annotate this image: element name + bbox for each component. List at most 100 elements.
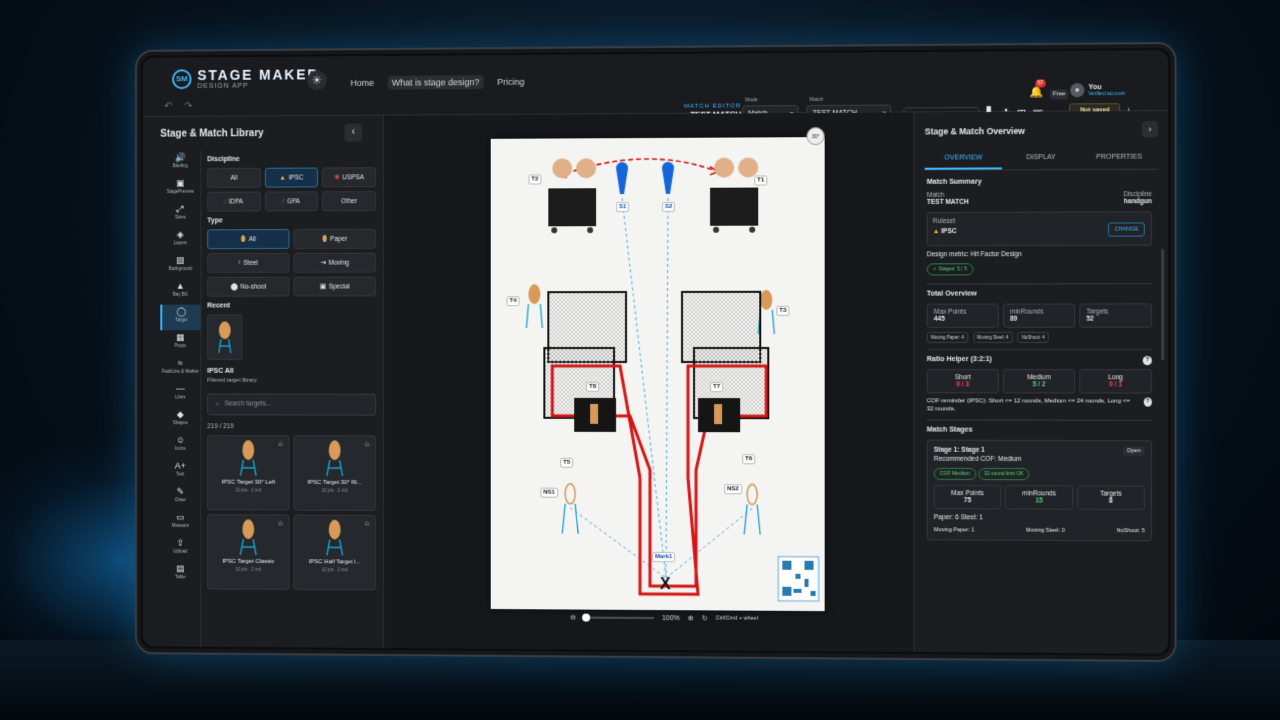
type-all[interactable]: ⬮ All [207, 229, 290, 250]
stage-card[interactable]: Stage 1: Stage 1 Open Recommended COF: M… [926, 439, 1152, 542]
type-steel[interactable]: ꜟ Steel [207, 252, 290, 273]
rail-item-upload[interactable]: ⇪ Upload [160, 536, 200, 562]
discipline-uspsa-label: USPSA [342, 173, 365, 181]
rail-item-briefing[interactable]: 🔊 Briefing [160, 150, 200, 176]
star-icon[interactable]: ☆ [364, 440, 370, 448]
type-no-shoot[interactable]: ⬤ No-shoot [207, 276, 290, 297]
canvas-label-t4[interactable]: T4 [506, 296, 520, 307]
rail-label: Bay BG [172, 291, 188, 297]
star-icon[interactable]: ☆ [277, 440, 283, 448]
type-special[interactable]: ▣ Special [293, 276, 377, 297]
target-card[interactable]: ☆ IPSC Target 30° Left 10 pts · 2 md [207, 435, 290, 511]
canvas-label-t3[interactable]: T3 [776, 305, 790, 316]
recent-target-tile[interactable] [207, 314, 243, 360]
canvas-label-t2[interactable]: T2 [528, 174, 542, 185]
discipline-gpa[interactable]: ⁄ GPA [264, 191, 319, 212]
help-icon[interactable]: ? [1142, 356, 1152, 366]
star-icon[interactable]: ☆ [277, 519, 283, 527]
canvas-label-t1[interactable]: T1 [754, 175, 768, 186]
monitor-frame: SM STAGE MAKER DESIGN APP ☀ Home What is… [134, 41, 1177, 663]
steel-target-icon: ꜟ [238, 259, 241, 267]
idpa-icon: ⁄ [224, 198, 226, 206]
stage-noshoot: NoShoot: 5 [1116, 528, 1145, 535]
change-ruleset-button[interactable]: CHANGE [1108, 222, 1145, 237]
undo-icon[interactable]: ↶ [164, 101, 172, 112]
tab-properties[interactable]: PROPERTIES [1080, 147, 1158, 169]
target-name: IPSC Target Classic [222, 558, 275, 565]
help-icon[interactable]: ? [1143, 397, 1152, 407]
discipline-filters: All ▲ IPSC ✱ USPSA ⁄ IDPA ⁄ GPA Other [207, 167, 377, 212]
discipline-uspsa[interactable]: ✱ USPSA [322, 167, 377, 188]
rail-item-stagepreview[interactable]: ▣ StagePreview [160, 176, 200, 202]
stat-value: 52 [1086, 315, 1094, 323]
redo-icon[interactable]: ↷ [184, 101, 192, 112]
discipline-idpa[interactable]: ⁄ IDPA [207, 191, 261, 212]
rail-item-faultline-marker[interactable]: ≈ FaultLine & Marker [160, 356, 200, 382]
type-moving[interactable]: ⇥ Moving [293, 252, 377, 273]
tab-overview[interactable]: OVERVIEW [924, 148, 1003, 170]
discipline-ipsc-label: IPSC [288, 174, 304, 182]
rail-item-background[interactable]: ▨ Background [160, 253, 200, 279]
tab-display[interactable]: DISPLAY [1002, 148, 1080, 170]
rotation-badge[interactable]: 30° [806, 127, 825, 146]
rail-item-sizes[interactable]: ⤢ Sizes [160, 202, 200, 228]
nav-home[interactable]: Home [346, 76, 378, 90]
rail-item-measure[interactable]: ▭ Measure [160, 510, 200, 536]
cof-reminder: COF reminder (IPSC): Short <= 12 rounds,… [926, 398, 1130, 413]
rail-item-bay-bg[interactable]: ▲ Bay BG [160, 279, 200, 305]
collapse-right-icon[interactable]: › [1141, 121, 1159, 138]
star-icon[interactable]: ☆ [364, 520, 370, 528]
rail-item-props[interactable]: ▦ Props [160, 330, 200, 356]
no-shoot-icon: ⬤ [230, 283, 238, 291]
zoom-slider-handle[interactable] [582, 613, 590, 622]
target-card[interactable]: ☆ IPSC Target Classic 10 pts · 2 md [207, 514, 290, 590]
target-card[interactable]: ☆ IPSC Target 30° Ri... 10 pts · 2 md [293, 435, 377, 511]
scrollbar[interactable] [1161, 248, 1165, 361]
rail-item-table[interactable]: ▤ Table [160, 561, 200, 587]
zoom-level: 100% [661, 614, 680, 622]
stage-sheet[interactable]: T2 T1 S1 S2 T4 T3 T8 T7 T5 T6 NS1 NS2 Mark1 X [490, 137, 825, 612]
discipline-all[interactable]: All [207, 167, 261, 188]
stage-canvas-area: T2 T1 S1 S2 T4 T3 T8 T7 T5 T6 NS1 NS2 Mark1 X 30° ⊖ 1… [383, 112, 914, 652]
rail-item-text[interactable]: A+ Text [160, 459, 200, 485]
reset-zoom-icon[interactable]: ↻ [702, 614, 708, 622]
target-card[interactable]: ☆ IPSC Half Target l... 10 pts · 2 md [293, 514, 377, 591]
app-logo[interactable]: SM STAGE MAKER DESIGN APP [172, 66, 319, 90]
canvas-label-ns1[interactable]: NS1 [540, 487, 558, 498]
notification-badge: 57 [1035, 79, 1046, 88]
collapse-left-icon[interactable]: ‹ [344, 123, 363, 142]
canvas-label-t5[interactable]: T5 [560, 457, 574, 468]
discipline-ipsc[interactable]: ▲ IPSC [264, 167, 319, 188]
canvas-label-t6[interactable]: T6 [742, 454, 756, 465]
canvas-label-ns2[interactable]: NS2 [724, 484, 742, 495]
canvas-label-s1[interactable]: S1 [616, 202, 630, 213]
discipline-other[interactable]: Other [322, 191, 377, 212]
notification-bell-icon[interactable]: 🔔 57 [1029, 79, 1046, 99]
zoom-in-icon[interactable]: ⊕ [688, 614, 694, 622]
stat-min-rounds: minRounds 89 [1002, 303, 1076, 328]
search-input[interactable]: ⌕ Search targets... [207, 393, 377, 416]
rail-item-shapes[interactable]: ◆ Shapes [160, 407, 200, 433]
main-nav: Home What is stage design? Pricing [346, 75, 528, 90]
type-paper[interactable]: ⬮ Paper [293, 228, 377, 249]
canvas-label-s2[interactable]: S2 [661, 201, 676, 212]
rail-item-draw[interactable]: ✎ Draw [160, 484, 200, 510]
canvas-label-t7[interactable]: T7 [710, 382, 724, 393]
canvas-label-start[interactable]: X [660, 576, 671, 594]
rail-item-lines[interactable]: — Lines [160, 382, 200, 408]
rail-item-target[interactable]: ◯ Target [160, 304, 201, 331]
ratio-label: Long [1108, 374, 1123, 382]
rail-label: Target [175, 317, 188, 323]
nav-pricing[interactable]: Pricing [493, 75, 528, 89]
rail-item-layers[interactable]: ◈ Layers [160, 227, 200, 253]
theme-toggle-icon[interactable]: ☀ [307, 70, 327, 91]
canvas-label-mark[interactable]: Mark1 [651, 552, 676, 563]
nav-what-is-stage-design[interactable]: What is stage design? [387, 75, 484, 90]
zoom-out-icon[interactable]: ⊖ [570, 613, 576, 621]
user-menu[interactable]: ● You Verified account [1070, 83, 1125, 98]
canvas-label-t8[interactable]: T8 [586, 381, 600, 392]
lines-icon: — [175, 383, 185, 394]
rail-item-icons[interactable]: ☺ Icons [160, 433, 200, 459]
zoom-slider[interactable] [582, 613, 654, 622]
open-stage-button[interactable]: Open [1122, 446, 1145, 457]
